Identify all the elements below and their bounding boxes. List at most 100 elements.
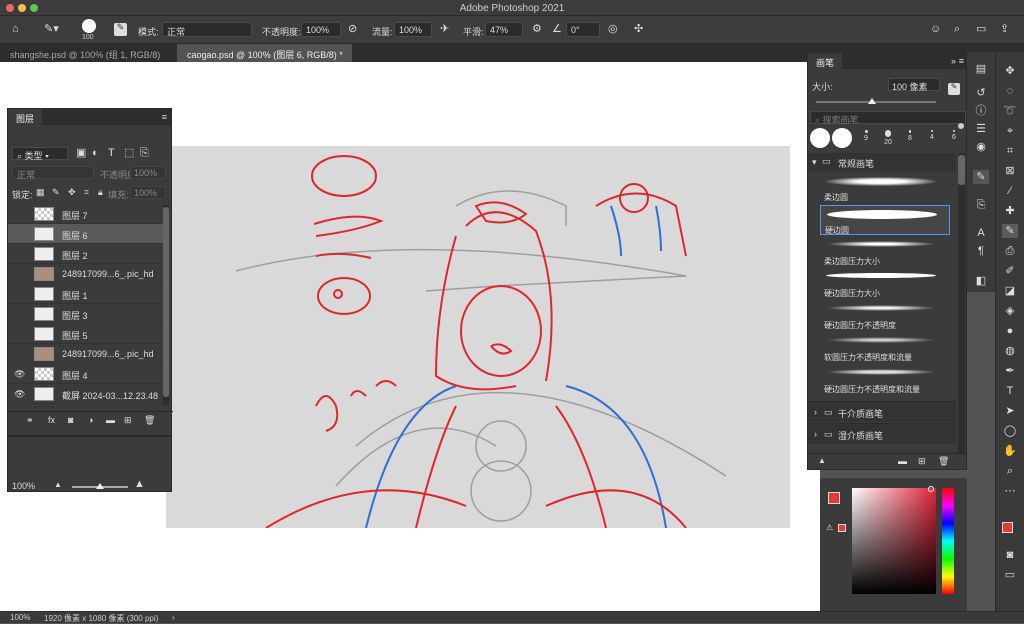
layers-panel-tab[interactable]: 图层 <box>8 109 43 125</box>
brush-preset-item[interactable]: 柔边圆 <box>820 173 950 203</box>
visibility-eye-icon[interactable]: 👁︎ <box>14 369 25 380</box>
brushes-menu-icon[interactable]: ≡ <box>959 56 964 66</box>
lock-all-icon[interactable]: 🔒︎ <box>98 188 103 197</box>
more-tools-icon[interactable]: ⋯ <box>1002 484 1018 498</box>
quick-select-tool-icon[interactable]: ⌖ <box>1002 124 1018 138</box>
blur-tool-icon[interactable]: ● <box>1002 324 1018 338</box>
layer-row[interactable]: 图层 2 <box>8 244 163 264</box>
home-icon[interactable]: ⌂ <box>12 24 19 35</box>
share-icon[interactable]: ⇪ <box>1000 24 1009 35</box>
brush-preset-item[interactable]: 硬边圆 <box>820 205 950 235</box>
filter-smartobject-icon[interactable]: ⎘ <box>140 148 149 159</box>
adjustment-layer-icon[interactable]: ◑ <box>88 416 93 425</box>
new-brush-group-icon[interactable]: ▬ <box>898 457 907 466</box>
brushes-panel-tab[interactable]: 画笔 <box>808 53 843 69</box>
layer-row[interactable]: 👁︎ 截屏 2024-03...12.23.48 <box>8 384 163 404</box>
brush-preset-size[interactable]: 20 <box>878 128 898 150</box>
brush-preset-item[interactable]: 硬边圆压力不透明度 <box>820 301 950 331</box>
filter-type-icon[interactable]: T <box>108 148 115 159</box>
zoom-out-mountain-icon[interactable]: ▲ <box>54 481 62 489</box>
tab-caogao[interactable]: caogao.psd @ 100% (图层 6, RGB/8) * <box>177 44 352 62</box>
lock-position-icon[interactable]: ✥ <box>68 188 76 197</box>
lock-artboard-icon[interactable]: ⌗ <box>84 188 89 197</box>
adjustments-panel-icon[interactable]: ☰ <box>973 122 989 136</box>
paint-bucket-tool-icon[interactable]: ◈ <box>1002 304 1018 318</box>
mode-select[interactable]: 正常 <box>162 22 252 37</box>
pen-tool-icon[interactable]: ✒ <box>1002 364 1018 378</box>
status-zoom[interactable]: 100% <box>10 613 30 622</box>
folder-dry-media[interactable]: › ▭ 干介质画笔 <box>808 401 956 422</box>
color-saturation-field[interactable] <box>852 486 936 594</box>
sketch-canvas[interactable] <box>166 146 790 528</box>
panel-menu-icon[interactable]: ≡ <box>162 112 167 122</box>
brush-preset-icon[interactable]: ✎ <box>948 83 960 95</box>
lock-transparent-icon[interactable]: ▦ <box>36 188 45 197</box>
brush-preset-size[interactable]: 4 <box>922 128 942 150</box>
eyedropper-tool-icon[interactable]: ⁄ <box>1002 184 1018 198</box>
brush-size-slider-handle[interactable] <box>868 98 876 104</box>
clone-source-icon[interactable]: ⎘ <box>973 198 989 212</box>
lock-image-icon[interactable]: ✎ <box>52 188 60 197</box>
layer-list-scrollbar[interactable] <box>163 205 169 405</box>
zoom-in-mountain-icon[interactable]: ▲ <box>134 479 145 490</box>
layer-style-icon[interactable]: fx <box>48 416 55 425</box>
brush-size-field[interactable]: 100 像素 <box>888 78 940 92</box>
brush-search-input[interactable]: ⌕ 搜索画笔 <box>810 111 966 125</box>
symmetry-icon[interactable]: ✣ <box>634 24 643 35</box>
clone-stamp-tool-icon[interactable]: ⎙ <box>1002 244 1018 258</box>
layer-row[interactable]: 248917099...6_.pic_hd <box>8 344 163 364</box>
new-group-icon[interactable]: ▬ <box>106 416 115 425</box>
pressure-size-icon[interactable]: ◎ <box>608 24 618 35</box>
foreground-color-swatch[interactable] <box>828 492 840 504</box>
flow-field[interactable]: 100% <box>394 22 432 37</box>
brush-preset-size[interactable]: 8 <box>900 128 920 150</box>
status-expand-chevron-icon[interactable]: › <box>172 613 175 622</box>
path-select-tool-icon[interactable]: ➤ <box>1002 404 1018 418</box>
history-brush-tool-icon[interactable]: ✐ <box>1002 264 1018 278</box>
frame-tool-icon[interactable]: ⊠ <box>1002 164 1018 178</box>
hue-slider[interactable] <box>942 488 954 594</box>
blend-mode-select[interactable]: 正常 <box>12 166 94 180</box>
dodge-tool-icon[interactable]: ◍ <box>1002 344 1018 358</box>
visibility-eye-icon[interactable]: 👁︎ <box>14 389 25 400</box>
navigator-zoom-value[interactable]: 100% <box>12 481 35 491</box>
channels-panel-icon[interactable]: ◉ <box>973 140 989 154</box>
link-layers-icon[interactable]: ⚭ <box>26 416 34 425</box>
layer-filter-select[interactable]: ⌕ 类型 ▾ <box>12 147 68 161</box>
airbrush-icon[interactable]: ✈ <box>440 24 449 35</box>
brush-tool-icon[interactable]: ✎ <box>1002 224 1018 238</box>
brush-preset-item[interactable]: 柔边圆压力大小 <box>820 237 950 267</box>
tab-shangshe[interactable]: shangshe.psd @ 100% (组 1, RGB/8) <box>0 44 170 62</box>
filter-shape-icon[interactable]: ⬚ <box>124 148 134 159</box>
filter-adjustment-icon[interactable]: ◐ <box>92 148 99 159</box>
share-user-icon[interactable]: ☺ <box>930 24 941 35</box>
lasso-tool-icon[interactable]: ➰ <box>1002 104 1018 118</box>
smoothing-field[interactable]: 47% <box>485 22 523 37</box>
brushes-panel-icon[interactable]: ✎ <box>973 170 989 184</box>
brush-list-scrollbar[interactable] <box>958 153 965 453</box>
layer-row[interactable]: 图层 1 <box>8 284 163 304</box>
layer-row[interactable]: 248917099...6_.pic_hd <box>8 264 163 284</box>
workspace-icon[interactable]: ▭ <box>976 24 986 35</box>
filter-pixel-icon[interactable]: ▣ <box>76 148 86 159</box>
smoothing-options-gear-icon[interactable]: ⚙ <box>532 24 542 35</box>
brush-settings-icon[interactable]: ✎ <box>114 23 127 36</box>
brush-preset-size[interactable]: 6 <box>944 128 964 150</box>
paragraph-panel-icon[interactable]: ¶ <box>973 244 989 258</box>
crop-tool-icon[interactable]: ⌗ <box>1002 144 1018 158</box>
new-brush-icon[interactable]: ⊞ <box>918 457 926 466</box>
move-tool-icon[interactable]: ✥ <box>1002 64 1018 78</box>
zoom-slider-handle[interactable] <box>96 483 104 489</box>
search-icon[interactable]: ⌕ <box>954 24 960 35</box>
layer-row[interactable]: 图层 7 <box>8 204 163 224</box>
brush-preset-item[interactable]: 硬边圆压力不透明度和流量 <box>820 365 950 395</box>
preset-hard-large-2[interactable] <box>832 128 852 148</box>
color-picker-cursor[interactable] <box>928 486 934 492</box>
preset-hard-large[interactable] <box>810 128 830 148</box>
eraser-tool-icon[interactable]: ◪ <box>1002 284 1018 298</box>
layer-row[interactable]: 图层 5 <box>8 324 163 344</box>
status-doc-info[interactable]: 1920 像素 x 1080 像素 (300 ppi) <box>44 613 158 624</box>
panel-collapse-icon[interactable]: » <box>951 56 956 66</box>
marquee-tool-icon[interactable]: ◌ <box>1002 84 1018 98</box>
fill-field[interactable]: 100% <box>130 186 166 199</box>
